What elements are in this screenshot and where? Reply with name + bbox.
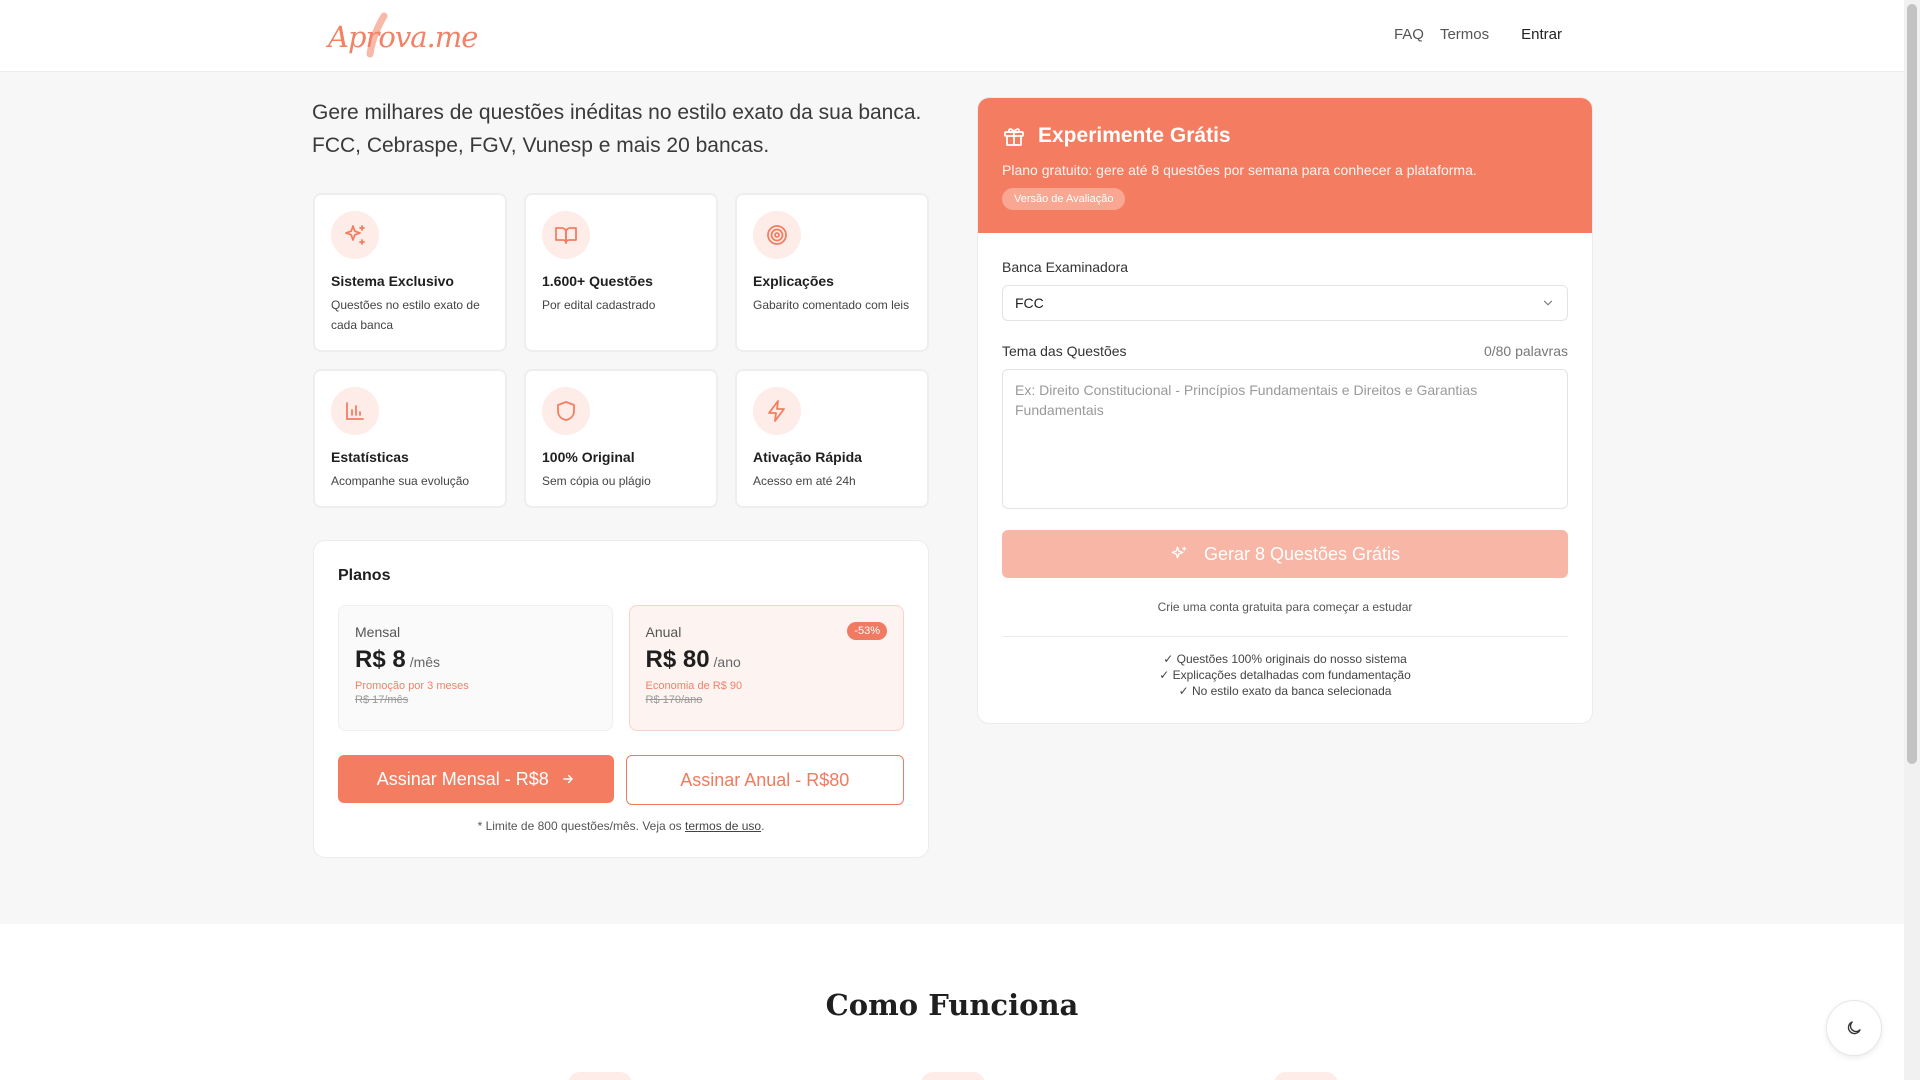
feature-title: Explicações [753,273,834,289]
trial-form: Banca Examinadora FCC Tema das Questões … [978,233,1592,723]
trial-subtitle: Plano gratuito: gere até 8 questões por … [1002,162,1477,178]
price-period: /mês [409,654,441,670]
plans-card: Planos Mensal R$ 8 /mês Promoção por 3 m… [313,540,929,858]
word-counter: 0/80 palavras [1483,343,1568,359]
feature-title: Ativação Rápida [753,449,862,465]
feature-desc: Acesso em até 24h [753,474,856,488]
plan-price: R$ 80 /ano [646,646,888,674]
account-note: Crie uma conta gratuita para começar a e… [1157,600,1413,614]
plan-buttons: Assinar Mensal - R$8 Assinar Anual - R$8… [338,755,904,805]
benefit-item: ✓ Questões 100% originais do nosso siste… [1163,652,1407,666]
hero-text: Gere milhares de questões inéditas no es… [312,96,932,162]
trial-version-badge: Versão de Avaliação [1002,188,1126,210]
feature-card: Sistema Exclusivo Questões no estilo exa… [313,193,507,352]
subscribe-monthly-button[interactable]: Assinar Mensal - R$8 [338,755,614,803]
divider [1002,636,1568,637]
book-open-icon [542,211,590,259]
benefit-item: ✓ No estilo exato da banca selecionada [1178,684,1392,698]
plans-title: Planos [338,567,391,584]
price-amount: R$ 8 [355,646,406,673]
terms-of-use-link[interactable]: termos de uso [685,819,761,833]
button-label: Gerar 8 Questões Grátis [1203,543,1401,564]
price-amount: R$ 80 [645,646,710,673]
gift-icon [1004,128,1024,146]
target-icon [753,211,801,259]
feature-desc: Questões no estilo exato de cada banca [331,298,480,332]
logo[interactable]: Aprova.me [326,12,478,58]
login-button[interactable]: Entrar [1521,26,1562,43]
plan-name: Mensal [355,624,401,640]
tema-label-text: Tema das Questões [1002,343,1127,359]
top-header: Aprova.me FAQ Termos Entrar [0,0,1904,72]
nav-faq-link[interactable]: FAQ [1394,26,1424,43]
limit-note: * Limite de 800 questões/mês. Veja os te… [338,819,904,833]
how-it-works-section: Como Funciona [0,924,1904,1080]
scrollbar[interactable] [1904,0,1920,1080]
trial-title: Experimente Grátis [1002,124,1568,148]
button-label: Assinar Anual - R$80 [680,769,850,790]
feature-card: 100% Original Sem cópia ou plágio [524,369,718,508]
section-title: Como Funciona [825,988,1079,1022]
generate-questions-button[interactable]: Gerar 8 Questões Grátis [1002,530,1568,578]
plan-annual-card[interactable]: Anual -53% R$ 80 /ano Economia de R$ 90 … [628,605,904,731]
page: Aprova.me FAQ Termos Entrar Gere milhare… [0,0,1904,1080]
discount-badge: -53% [847,622,887,640]
bar-chart-icon [331,387,379,435]
limit-note-text: * Limite de 800 questões/mês. Veja os [477,819,686,833]
price-period: /ano [713,654,741,670]
theme-toggle-button[interactable] [1826,1000,1882,1056]
feature-title: 1.600+ Questões [542,273,653,289]
nav-terms-link[interactable]: Termos [1440,26,1489,43]
feature-desc: Acompanhe sua evolução [331,474,470,488]
plan-promo: Promoção por 3 meses [355,680,469,692]
subscribe-annual-button[interactable]: Assinar Anual - R$80 [625,755,904,805]
feature-card: Explicações Gabarito comentado com leis [735,193,929,352]
plan-promo: Economia de R$ 90 [645,680,743,692]
hero-line-2: FCC, Cebraspe, FGV, Vunesp e mais 20 ban… [312,134,770,157]
banca-selected-value: FCC [1015,295,1044,311]
plan-old-price: R$ 17/mês [355,694,409,706]
step-icon-placeholder [1274,1072,1338,1080]
trial-title-text: Experimente Grátis [1038,124,1231,147]
hero-line-1: Gere milhares de questões inéditas no es… [312,101,922,124]
trial-header: Experimente Grátis Plano gratuito: gere … [978,98,1592,233]
zap-icon [753,387,801,435]
feature-card: Ativação Rápida Acesso em até 24h [735,369,929,508]
feature-desc: Gabarito comentado com leis [753,298,910,312]
plan-monthly-card[interactable]: Mensal R$ 8 /mês Promoção por 3 meses R$… [338,605,613,731]
tema-label: Tema das Questões 0/80 palavras [1002,343,1568,359]
sparkles-icon [331,211,379,259]
chevron-down-icon [1543,300,1553,306]
arrow-right-icon [562,774,573,784]
logo-text: Aprova.me [328,20,478,54]
banca-label-text: Banca Examinadora [1002,259,1129,275]
limit-note-end: . [761,819,765,833]
plan-price: R$ 8 /mês [355,646,596,674]
free-trial-card: Experimente Grátis Plano gratuito: gere … [977,97,1593,724]
banca-label: Banca Examinadora [1002,259,1568,275]
feature-card: Estatísticas Acompanhe sua evolução [313,369,507,508]
tema-textarea[interactable] [1002,369,1568,509]
feature-desc: Por edital cadastrado [542,298,656,312]
benefits-list: ✓ Questões 100% originais do nosso siste… [1002,651,1568,699]
benefit-item: ✓ Explicações detalhadas com fundamentaç… [1159,668,1411,682]
feature-title: 100% Original [542,449,635,465]
sparkles-icon [1171,546,1187,559]
plan-old-price: R$ 170/ano [645,694,703,706]
scrollbar-thumb[interactable] [1907,4,1917,764]
shield-icon [542,387,590,435]
moon-icon [1847,1021,1861,1035]
plan-options: Mensal R$ 8 /mês Promoção por 3 meses R$… [338,605,904,731]
feature-card: 1.600+ Questões Por edital cadastrado [524,193,718,352]
feature-title: Sistema Exclusivo [331,273,454,289]
top-nav: FAQ Termos Entrar [1394,26,1562,43]
feature-title: Estatísticas [331,449,409,465]
banca-select[interactable]: FCC [1002,285,1568,321]
feature-grid: Sistema Exclusivo Questões no estilo exa… [313,193,929,508]
step-icon-placeholder [568,1072,632,1080]
feature-desc: Sem cópia ou plágio [542,474,651,488]
step-icon-placeholder [921,1072,985,1080]
button-label: Assinar Mensal - R$8 [376,768,549,789]
